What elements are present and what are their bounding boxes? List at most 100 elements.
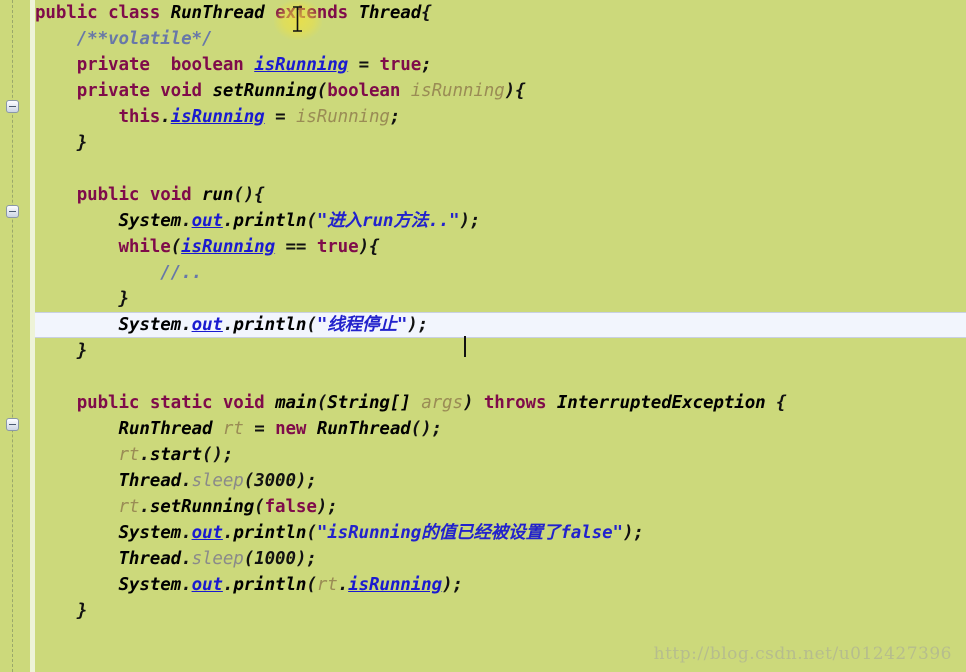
field-out: out <box>191 211 223 231</box>
paren-close-semicolon: ); <box>623 523 644 543</box>
parens-semicolon: (); <box>410 419 443 439</box>
class-name-thread: Thread <box>118 471 182 491</box>
keyword-extends: extends <box>275 3 349 23</box>
code-line-22[interactable]: Thread.sleep(1000); <box>35 546 966 572</box>
keyword-this: this <box>118 107 161 127</box>
close-brace: } <box>76 133 88 153</box>
code-line-23[interactable]: System.out.println(rt.isRunning); <box>35 572 966 598</box>
paren-close: ) <box>462 393 474 413</box>
field-out: out <box>191 523 223 543</box>
watermark-url: http://blog.csdn.net/u012427396 <box>653 644 952 664</box>
assign-operator: = <box>254 419 265 439</box>
code-line-5[interactable]: this.isRunning = isRunning; <box>35 104 966 130</box>
code-line-14[interactable]: } <box>35 338 966 364</box>
dot: . <box>222 575 234 595</box>
method-println: println <box>233 575 307 595</box>
dot: . <box>181 211 192 231</box>
method-main: main <box>275 393 317 413</box>
code-line-19[interactable]: Thread.sleep(3000); <box>35 468 966 494</box>
assign-operator: = <box>275 107 286 127</box>
paren-close-semicolon: ); <box>442 575 463 595</box>
class-name-runthread: RunThread <box>118 419 213 439</box>
keyword-static: static <box>149 393 213 413</box>
code-line-9[interactable]: System.out.println("进入run方法.."); <box>35 208 966 234</box>
parens-semicolon: (); <box>202 445 234 465</box>
class-name-system: System <box>118 211 182 231</box>
code-line-7-blank[interactable] <box>35 156 966 182</box>
close-brace: } <box>118 289 130 309</box>
close-brace: } <box>76 341 88 361</box>
paren-close-semicolon: ); <box>316 497 338 517</box>
class-name-thread: Thread <box>358 3 422 23</box>
keyword-false: false <box>264 497 317 517</box>
keyword-true: true <box>316 237 359 257</box>
paren-close-brace: ){ <box>358 237 380 257</box>
keyword-private: private <box>76 81 150 101</box>
keyword-while: while <box>118 237 171 257</box>
code-line-11[interactable]: //.. <box>35 260 966 286</box>
paren-open: ( <box>306 575 317 595</box>
code-line-18[interactable]: rt.start(); <box>35 442 966 468</box>
keyword-private: private <box>76 55 150 75</box>
code-line-6[interactable]: } <box>35 130 966 156</box>
paren-close-semicolon: ); <box>407 315 429 335</box>
collapse-marker-run-method[interactable] <box>6 205 19 218</box>
collapse-marker-class[interactable] <box>6 100 19 113</box>
code-line-4[interactable]: private void setRunning(boolean isRunnin… <box>35 78 966 104</box>
local-var-rt: rt <box>118 497 140 517</box>
local-var-rt: rt <box>222 419 244 439</box>
semicolon: ; <box>389 107 401 127</box>
method-println: println <box>233 523 307 543</box>
constructor-runthread: RunThread <box>316 419 411 439</box>
code-line-8[interactable]: public void run(){ <box>35 182 966 208</box>
local-var-rt: rt <box>316 575 338 595</box>
code-line-13-current[interactable]: System.out.println("线程停止"); <box>0 312 966 338</box>
paren-open: ( <box>306 523 317 543</box>
dot: . <box>222 211 234 231</box>
code-line-16[interactable]: public static void main(String[] args) t… <box>35 390 966 416</box>
paren-open: ( <box>306 315 317 335</box>
editor-gutter[interactable] <box>0 0 30 672</box>
dot: . <box>181 575 192 595</box>
field-isrunning: isRunning <box>181 237 276 257</box>
paren-open: ( <box>306 211 317 231</box>
keyword-throws: throws <box>483 393 547 413</box>
code-line-1[interactable]: public class RunThread extends Thread{ <box>35 0 966 26</box>
dot: . <box>181 471 192 491</box>
keyword-class: class <box>108 3 161 23</box>
collapse-marker-main-method[interactable] <box>6 418 19 431</box>
dot: . <box>160 107 171 127</box>
dot: . <box>181 315 192 335</box>
code-editor[interactable]: public class RunThread extends Thread{ /… <box>0 0 966 672</box>
class-name-thread: Thread <box>118 549 182 569</box>
field-isrunning: isRunning <box>348 575 443 595</box>
class-name-runthread: RunThread <box>170 3 265 23</box>
keyword-boolean: boolean <box>327 81 401 101</box>
number-literal-3000: 3000 <box>254 471 296 491</box>
keyword-boolean: boolean <box>170 55 244 75</box>
keyword-public: public <box>76 393 140 413</box>
dot: . <box>337 575 349 595</box>
string-literal-isrunning-set-false: "isRunning的值已经被设置了false" <box>316 523 623 543</box>
keyword-void: void <box>222 393 265 413</box>
keyword-true: true <box>379 55 422 75</box>
code-line-2[interactable]: /**volatile*/ <box>35 26 966 52</box>
dot: . <box>222 315 234 335</box>
code-line-20[interactable]: rt.setRunning(false); <box>35 494 966 520</box>
line-comment: //.. <box>160 263 202 283</box>
code-line-21[interactable]: System.out.println("isRunning的值已经被设置了fal… <box>35 520 966 546</box>
code-content[interactable]: public class RunThread extends Thread{ /… <box>0 0 966 672</box>
code-line-15-blank[interactable] <box>35 364 966 390</box>
parameter-args: args <box>421 393 463 413</box>
equality-operator: == <box>285 237 307 257</box>
method-setrunning: setRunning <box>212 81 317 101</box>
class-name-system: System <box>118 315 182 335</box>
dot: . <box>181 523 192 543</box>
code-line-17[interactable]: RunThread rt = new RunThread(); <box>35 416 966 442</box>
code-line-12[interactable]: } <box>35 286 966 312</box>
code-line-3[interactable]: private boolean isRunning = true; <box>35 52 966 78</box>
field-out: out <box>191 575 223 595</box>
code-line-10[interactable]: while(isRunning == true){ <box>35 234 966 260</box>
class-name-system: System <box>118 575 182 595</box>
code-line-24[interactable]: } <box>35 598 966 624</box>
